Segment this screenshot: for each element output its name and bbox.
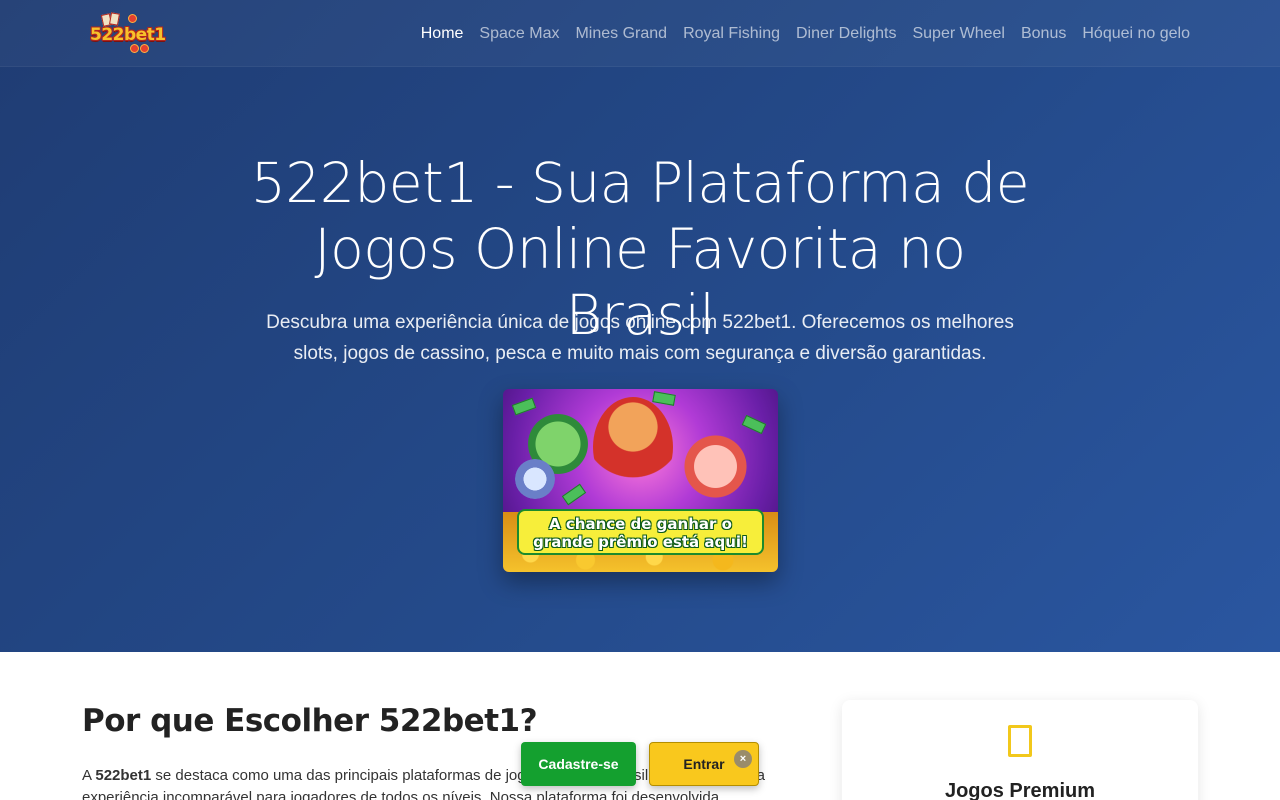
promo-banner: A chance de ganhar o grande prêmio está … — [517, 509, 764, 555]
feature-card: Jogos Premium — [842, 700, 1198, 800]
main-nav: Home Space Max Mines Grand Royal Fishing… — [421, 24, 1190, 44]
nav-link-hoquei-no-gelo[interactable]: Hóquei no gelo — [1082, 25, 1190, 42]
logo-card-icon — [109, 12, 120, 26]
feature-title: Jogos Premium — [944, 780, 1096, 800]
intro-prefix: A — [82, 767, 96, 784]
nav-link-diner-delights[interactable]: Diner Delights — [796, 25, 896, 42]
tiger-character-icon — [593, 397, 673, 497]
money-bill-icon — [511, 397, 537, 416]
money-bill-icon — [561, 483, 587, 506]
disco-ball-icon — [515, 459, 555, 499]
pig-character-icon — [678, 429, 753, 504]
top-navbar: 522bet1 Home Space Max Mines Grand Royal… — [0, 0, 1280, 67]
promo-banner-line-2: grande prêmio está aqui! — [533, 533, 748, 551]
money-bill-icon — [741, 414, 767, 435]
nav-link-space-max[interactable]: Space Max — [479, 25, 559, 42]
register-button[interactable]: Cadastre-se — [521, 742, 636, 786]
logo-dice-icon — [140, 44, 149, 53]
intro-brand: 522bet1 — [95, 767, 152, 784]
logo-dice-icon — [130, 44, 139, 53]
hero-promo-image[interactable]: A chance de ganhar o grande prêmio está … — [503, 389, 778, 572]
nav-link-royal-fishing[interactable]: Royal Fishing — [683, 25, 780, 42]
nav-link-bonus[interactable]: Bonus — [1021, 25, 1066, 42]
close-icon[interactable]: × — [734, 750, 752, 768]
nav-link-home[interactable]: Home — [421, 25, 464, 42]
logo-text: 522bet1 — [90, 25, 166, 45]
promo-banner-line-1: A chance de ganhar o — [549, 515, 732, 533]
mobile-icon — [1008, 725, 1032, 757]
nav-link-super-wheel[interactable]: Super Wheel — [912, 25, 1005, 42]
logo-dice-icon — [128, 14, 137, 23]
money-bill-icon — [652, 391, 676, 406]
section-heading: Por que Escolher 522bet1? — [82, 703, 538, 739]
nav-link-mines-grand[interactable]: Mines Grand — [575, 25, 667, 42]
brand-logo[interactable]: 522bet1 — [90, 12, 166, 54]
hero-subtitle: Descubra uma experiência única de jogos … — [266, 312, 1014, 364]
